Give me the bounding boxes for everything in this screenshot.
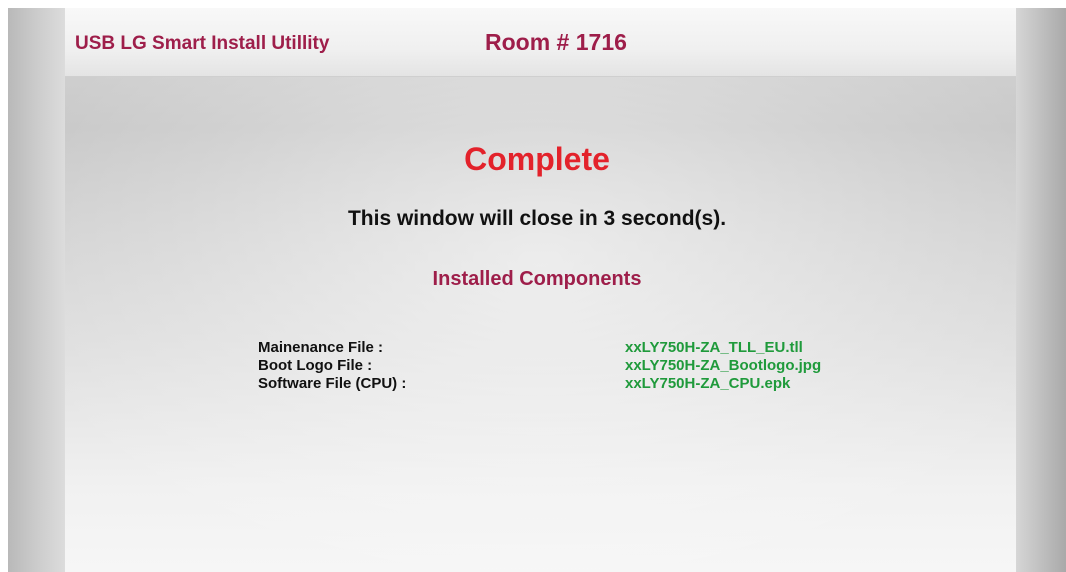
status-title: Complete: [464, 141, 610, 177]
boot-logo-file-value: xxLY750H-ZA_Bootlogo.jpg: [625, 357, 822, 374]
boot-logo-file-label: Boot Logo File :: [258, 357, 373, 374]
maintenance-file-value: xxLY750H-ZA_TLL_EU.tll: [625, 339, 803, 356]
header-bar: USB LG Smart Install Utillity Room # 171…: [65, 8, 1016, 77]
maintenance-file-label: Mainenance File :: [258, 339, 384, 356]
room-number-label: Room # 1716: [485, 29, 627, 55]
install-complete-screen: USB LG Smart Install Utillity Room # 171…: [8, 8, 1066, 572]
app-title: USB LG Smart Install Utillity: [75, 33, 330, 54]
software-file-value: xxLY750H-ZA_CPU.epk: [625, 375, 791, 392]
software-file-label: Software File (CPU) :: [258, 375, 407, 392]
component-values: xxLY750H-ZA_TLL_EU.tll xxLY750H-ZA_Bootl…: [625, 339, 821, 393]
component-labels: Mainenance File : Boot Logo File : Softw…: [258, 339, 406, 393]
installed-components-heading: Installed Components: [432, 268, 642, 290]
close-countdown-text: This window will close in 3 second(s).: [347, 207, 727, 230]
